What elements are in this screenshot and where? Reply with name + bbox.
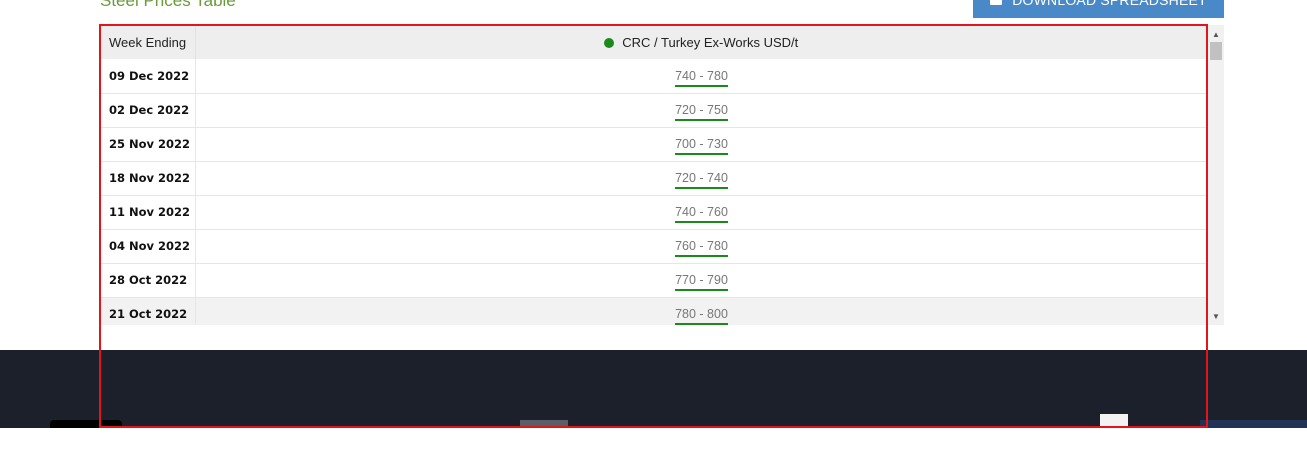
price-cell: 770 - 790: [195, 263, 1208, 298]
column-header-week[interactable]: Week Ending: [100, 25, 196, 59]
week-cell: 28 Oct 2022: [100, 263, 196, 298]
table-row: 25 Nov 2022 700 - 730: [100, 127, 1208, 162]
section-title: Steel Prices Table: [100, 0, 236, 10]
week-cell: 11 Nov 2022: [100, 195, 196, 230]
scroll-down-arrow-icon[interactable]: ▼: [1208, 309, 1224, 323]
prices-table-container[interactable]: Week Ending CRC / Turkey Ex-Works USD/t …: [100, 25, 1224, 325]
footer-partial-icon: [1100, 414, 1128, 428]
footer-partial-element: [520, 420, 568, 428]
table-row: 28 Oct 2022 770 - 790: [100, 263, 1208, 298]
price-link[interactable]: 760 - 780: [675, 239, 728, 257]
footer-partial-element: [1200, 420, 1307, 428]
week-cell: 21 Oct 2022: [100, 297, 196, 325]
column-header-week-label: Week Ending: [109, 34, 187, 50]
price-cell: 740 - 760: [195, 195, 1208, 230]
scrollbar-thumb[interactable]: [1210, 42, 1222, 60]
price-cell: 700 - 730: [195, 127, 1208, 162]
table-header-row: Week Ending CRC / Turkey Ex-Works USD/t: [100, 25, 1208, 59]
price-cell: 740 - 780: [195, 59, 1208, 94]
week-cell: 09 Dec 2022: [100, 59, 196, 94]
download-button-label: DOWNLOAD SPREADSHEET: [1012, 0, 1207, 8]
column-header-price[interactable]: CRC / Turkey Ex-Works USD/t: [195, 25, 1208, 59]
table-row: 09 Dec 2022 740 - 780: [100, 59, 1208, 94]
download-icon: [990, 0, 1003, 5]
week-cell: 25 Nov 2022: [100, 127, 196, 162]
price-link[interactable]: 700 - 730: [675, 137, 728, 155]
table-row: 02 Dec 2022 720 - 750: [100, 93, 1208, 128]
download-spreadsheet-button[interactable]: DOWNLOAD SPREADSHEET: [973, 0, 1224, 18]
price-link[interactable]: 720 - 750: [675, 103, 728, 121]
prices-table: Week Ending CRC / Turkey Ex-Works USD/t …: [100, 25, 1208, 325]
table-row: 18 Nov 2022 720 - 740: [100, 161, 1208, 196]
week-cell: 02 Dec 2022: [100, 93, 196, 128]
week-cell: 04 Nov 2022: [100, 229, 196, 264]
price-link[interactable]: 780 - 800: [675, 307, 728, 325]
table-row: 04 Nov 2022 760 - 780: [100, 229, 1208, 264]
scroll-up-arrow-icon[interactable]: ▲: [1208, 27, 1224, 41]
footer-partial-element: [50, 420, 122, 428]
table-row: 11 Nov 2022 740 - 760: [100, 195, 1208, 230]
price-link[interactable]: 740 - 760: [675, 205, 728, 223]
series-dot-icon: [604, 37, 615, 48]
table-row: 21 Oct 2022 780 - 800: [100, 297, 1208, 325]
column-header-price-label: CRC / Turkey Ex-Works USD/t: [622, 34, 799, 50]
price-cell: 760 - 780: [195, 229, 1208, 264]
table-scrollbar[interactable]: ▲ ▼: [1208, 25, 1224, 325]
price-cell: 780 - 800: [195, 297, 1208, 325]
price-link[interactable]: 720 - 740: [675, 171, 728, 189]
price-cell: 720 - 750: [195, 93, 1208, 128]
footer-partial-strip: [0, 414, 1307, 428]
price-link[interactable]: 740 - 780: [675, 68, 728, 87]
week-cell: 18 Nov 2022: [100, 161, 196, 196]
price-cell: 720 - 740: [195, 161, 1208, 196]
price-link[interactable]: 770 - 790: [675, 273, 728, 291]
page: Steel Prices Table DOWNLOAD SPREADSHEET …: [0, 0, 1307, 453]
